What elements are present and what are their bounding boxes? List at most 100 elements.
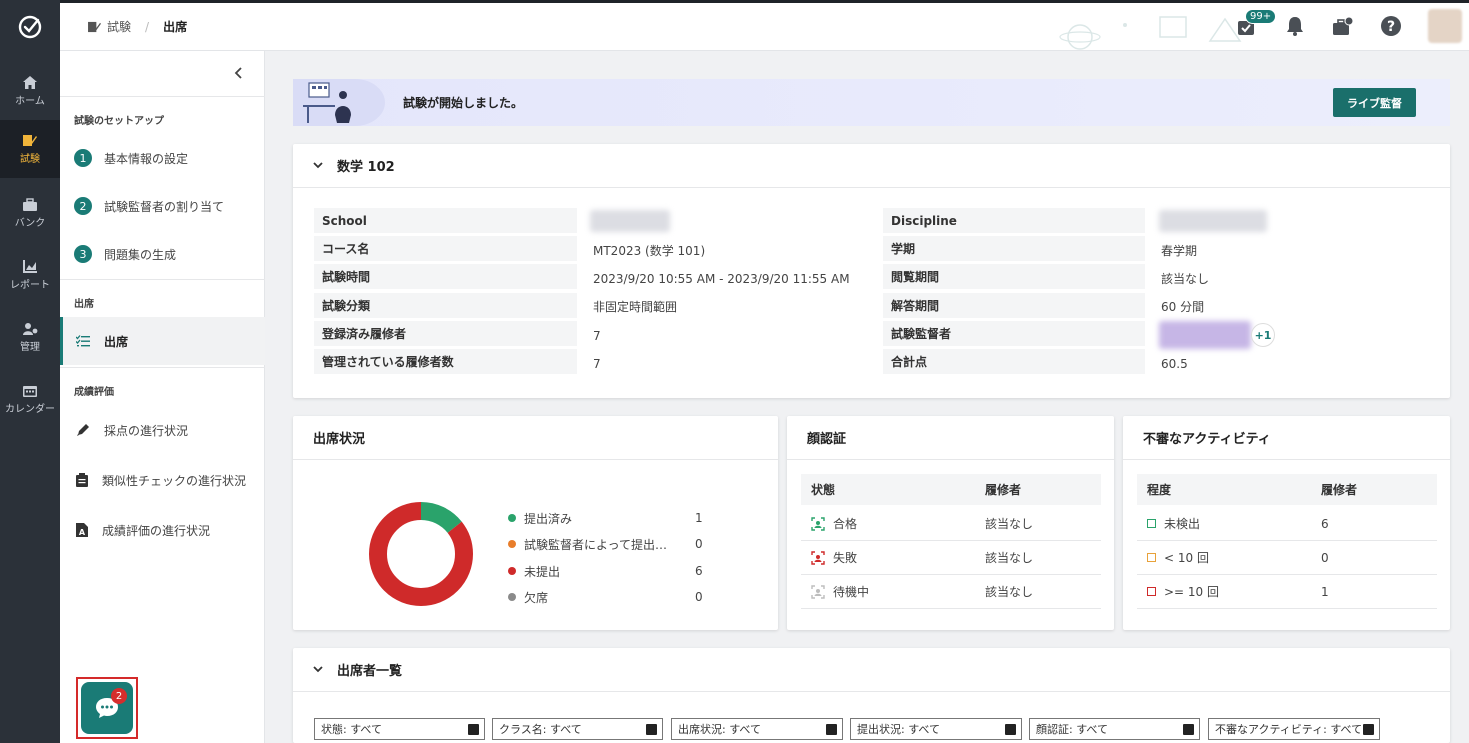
rail-label: カレンダー [5,403,55,415]
nav-attendance[interactable]: 出席 [60,317,265,365]
exam-info-header[interactable]: 数学 102 [293,144,395,187]
step-label: 問題集の生成 [104,247,177,262]
info-label-managed: 管理されている履修者数 [314,349,577,374]
col-status: 状態 [811,483,836,497]
table-row: 待機中 該当なし [801,575,1101,609]
help-icon: ? [1381,16,1401,36]
exam-icon [88,21,101,32]
divider [293,691,1450,692]
filter-attendance[interactable]: 出席状況: すべて [671,718,843,740]
rail-label: バンク [14,217,46,229]
rail-label: レポート [10,279,50,291]
toolkit-button[interactable] [1328,11,1358,41]
info-label-exam-type: 試験分類 [314,293,577,318]
legend-dot [508,593,516,601]
edit-icon [1363,724,1374,735]
filter-class-name[interactable]: クラス名: すべて [492,718,663,740]
banner-message: 試験が開始しました。 [403,96,524,110]
legend-not-submitted: 未提出 6 [508,561,708,581]
rail-item-admin[interactable]: 管理 [0,308,60,366]
exam-side-nav: 試験のセットアップ 1 基本情報の設定 2 試験監督者の割り当て 3 問題集の生… [60,51,265,743]
legend-label: 欠席 [524,590,549,605]
chat-highlight-frame: 2 [76,677,138,739]
toolbox-icon [1333,16,1354,35]
info-label-answer-period: 解答期間 [883,293,1145,318]
rail-item-exam[interactable]: 試験 [0,120,60,178]
rail-item-home[interactable]: ホーム [0,62,60,120]
filter-label: クラス名: すべて [499,723,582,736]
level-square-icon [1147,587,1156,596]
attendance-section-title: 出席 [74,299,94,310]
level-label: >= 10 回 [1164,585,1220,599]
nav-label: 類似性チェックの進行状況 [102,473,247,488]
nav-similarity-progress[interactable]: 類似性チェックの進行状況 [60,456,265,504]
legend-count: 6 [695,564,703,578]
attendance-card-title: 出席状況 [313,432,366,447]
top-header: 試験 / 出席 99+ ? [60,3,1469,51]
face-auth-card: 顔認証 状態 履修者 合格 該当なし 失敗 該当なし 待機中 該当なし [787,416,1114,630]
nav-grading-progress[interactable]: A 成績評価の進行状況 [60,506,265,554]
rail-item-report[interactable]: レポート [0,246,60,304]
step-label: 試験監督者の割り当て [104,199,225,214]
filter-face-auth[interactable]: 顔認証: すべて [1029,718,1200,740]
nav-marking-progress[interactable]: 採点の進行状況 [60,406,265,454]
more-proctors-chip[interactable]: +1 [1251,323,1275,347]
filter-label: 出席状況: すべて [678,723,761,736]
step-number: 1 [74,149,92,167]
filter-label: 状態: すべて [321,723,382,736]
help-button[interactable]: ? [1376,11,1406,41]
calendar-icon [23,385,37,397]
breadcrumb-current: 出席 [163,20,188,34]
rail-item-calendar[interactable]: カレンダー [0,370,60,428]
info-value-enrolled: 7 [593,328,601,343]
step-assign-proctors[interactable]: 2 試験監督者の割り当て [74,197,224,215]
step-label: 基本情報の設定 [104,151,189,166]
filter-submission[interactable]: 提出状況: すべて [850,718,1022,740]
step-generate-papers[interactable]: 3 問題集の生成 [74,245,176,263]
legend-dot [508,540,516,548]
status-label: 失敗 [833,551,858,565]
legend-label: 試験監督者によって提出… [524,537,668,552]
breadcrumb-parent[interactable]: 試験 [107,18,131,35]
exam-icon [23,134,37,146]
table-row: < 10 回 0 [1137,541,1437,575]
edit-icon [826,724,837,735]
breadcrumb: 試験 / 出席 [88,3,187,50]
collapse-sidebar-button[interactable] [228,63,248,83]
notifications-button[interactable] [1280,11,1310,41]
divider [293,459,778,460]
tasks-button[interactable]: 99+ [1231,9,1277,41]
table-row: 未検出 6 [1137,507,1437,541]
info-value-view-period: 該当なし [1161,272,1210,286]
grade-document-icon: A [76,523,88,537]
breadcrumb-separator: / [145,19,150,34]
table-row: 失敗 該当なし [801,541,1101,575]
table-row: >= 10 回 1 [1137,575,1437,609]
student-count: 該当なし [985,517,1034,531]
suspicious-card-title: 不審なアクティビティ [1143,432,1271,447]
header-decoration [1059,16,1242,50]
step-basic-info[interactable]: 1 基本情報の設定 [74,149,188,167]
rail-label: 管理 [20,341,40,353]
info-label-school: School [314,208,577,233]
school-value-redacted [590,210,670,232]
student-count: 該当なし [985,551,1034,565]
clipboard-icon [76,473,88,487]
user-avatar[interactable] [1428,9,1462,43]
setup-section-title: 試験のセットアップ [74,116,164,127]
divider [1123,459,1450,460]
info-value-exam-time: 2023/9/20 10:55 AM - 2023/9/20 11:55 AM [593,271,850,286]
edit-icon [1005,724,1016,735]
legend-label: 未提出 [524,564,561,579]
legend-label: 提出済み [524,511,573,526]
live-proctoring-button[interactable]: ライブ監督 [1333,88,1416,117]
chat-button[interactable]: 2 [81,682,133,734]
attendee-list-header[interactable]: 出席者一覧 [293,648,402,691]
legend-count: 0 [695,537,703,551]
filter-status[interactable]: 状態: すべて [314,718,485,740]
app-logo[interactable] [0,3,60,50]
checklist-icon [76,335,90,347]
rail-item-bank[interactable]: バンク [0,184,60,242]
filter-suspicious[interactable]: 不審なアクティビティ: すべて [1208,718,1380,740]
filter-label: 不審なアクティビティ: すべて [1215,723,1363,736]
